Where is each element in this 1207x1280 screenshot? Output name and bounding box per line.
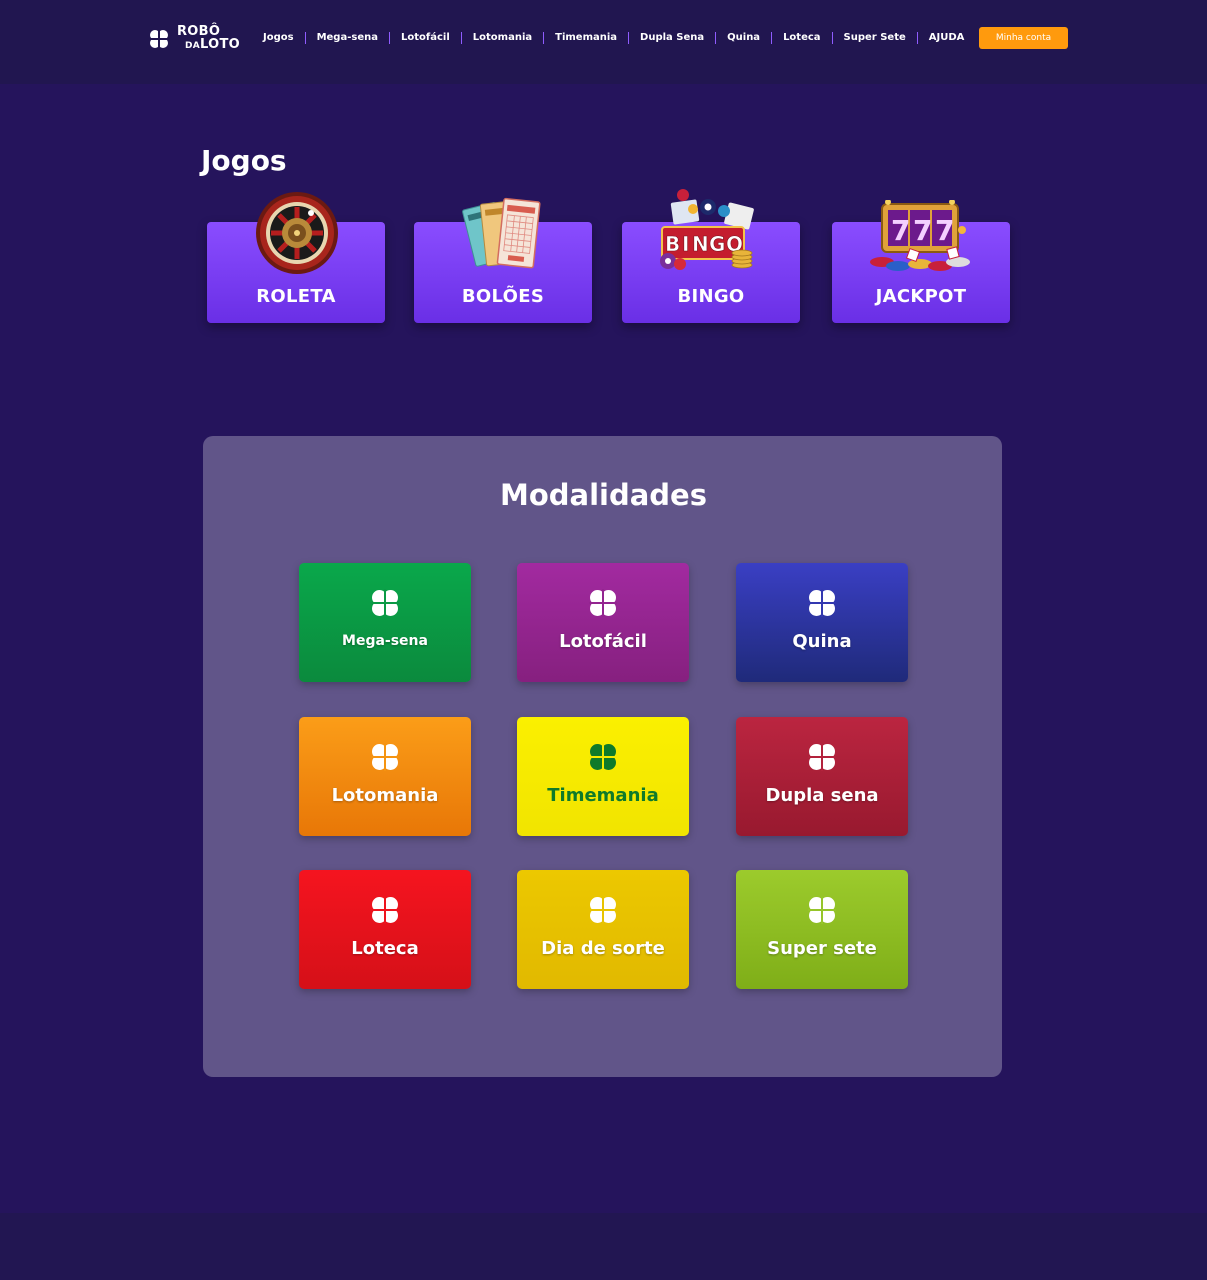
svg-text:B: B [665,232,680,256]
lottery-tickets-icon [462,197,541,269]
clover-icon [808,743,836,771]
svg-text:7: 7 [891,214,910,247]
mod-label: Super sete [767,938,877,959]
mod-card-lotofacil[interactable]: Lotofácil [517,563,689,682]
nav-jogos[interactable]: Jogos [252,29,305,47]
mod-label: Mega-sena [342,633,428,649]
nav-loteca[interactable]: Loteca [772,29,831,47]
mod-label: Loteca [351,938,419,959]
robo-da-loto-logo[interactable]: ROBÔ DALOTO [147,23,240,55]
nav-lotofacil[interactable]: Lotofácil [390,29,461,47]
svg-text:N: N [692,232,709,256]
svg-text:7: 7 [935,214,954,247]
svg-text:7: 7 [913,214,932,247]
mod-card-lotomania[interactable]: Lotomania [299,717,471,836]
clover-logo-icon [149,29,169,49]
nav-quina[interactable]: Quina [716,29,771,47]
clover-icon [808,896,836,924]
nav-mega-sena[interactable]: Mega-sena [306,29,389,47]
mod-card-mega-sena[interactable]: Mega-sena [299,563,471,682]
clover-icon [371,896,399,924]
nav-dupla-sena[interactable]: Dupla Sena [629,29,715,47]
footer-strip [0,1213,1207,1280]
nav-lotomania[interactable]: Lotomania [462,29,543,47]
game-card-bingo[interactable]: B I N G O BINGO [622,189,800,323]
game-card-boloes[interactable]: BOLÕES [414,197,592,323]
nav-timemania[interactable]: Timemania [544,29,628,47]
svg-text:G: G [709,232,725,256]
roulette-wheel-icon [256,192,338,274]
game-card-jackpot[interactable]: 7 7 7 JACKPOT [832,200,1010,323]
nav-ajuda[interactable]: AJUDA [918,29,976,47]
jogos-title: Jogos [201,144,287,177]
clover-icon [808,589,836,617]
svg-text:I: I [682,232,689,256]
clover-icon [371,743,399,771]
mod-card-quina[interactable]: Quina [736,563,908,682]
clover-icon [371,589,399,617]
clover-icon [589,589,617,617]
mod-label: Timemania [547,785,659,806]
slot-machine-icon: 7 7 7 [870,200,970,271]
mod-card-loteca[interactable]: Loteca [299,870,471,989]
mod-label: Lotofácil [559,631,647,652]
game-card-roleta[interactable]: ROLETA [207,192,385,323]
bingo-icon: B I N G O [660,189,754,270]
mod-label: Quina [792,631,852,652]
site-header: ROBÔ DALOTO Jogos Mega-sena Lotofácil Lo… [0,0,1207,84]
logo-da: DA [185,41,201,51]
modalidades-title: Modalidades [499,478,707,512]
nav-super-sete[interactable]: Super Sete [833,29,917,47]
mod-card-dupla-sena[interactable]: Dupla sena [736,717,908,836]
clover-icon [589,743,617,771]
game-label-bingo: BINGO [677,286,745,307]
game-label-roleta: ROLETA [256,286,336,307]
logo-line-2: DALOTO [175,38,240,53]
game-label-boloes: BOLÕES [461,286,545,307]
mod-label: Dupla sena [765,785,879,806]
clover-icon [589,896,617,924]
logo-wordmark: ROBÔ DALOTO [175,25,240,53]
mod-label: Lotomania [331,785,439,806]
game-label-jackpot: JACKPOT [875,286,967,307]
main-nav: Jogos Mega-sena Lotofácil Lotomania Time… [252,29,975,47]
mod-card-dia-de-sorte[interactable]: Dia de sorte [517,870,689,989]
mod-card-timemania[interactable]: Timemania [517,717,689,836]
mod-label: Dia de sorte [541,938,665,959]
minha-conta-button[interactable]: Minha conta [979,27,1068,49]
logo-loto: LOTO [200,37,241,52]
mod-card-super-sete[interactable]: Super sete [736,870,908,989]
